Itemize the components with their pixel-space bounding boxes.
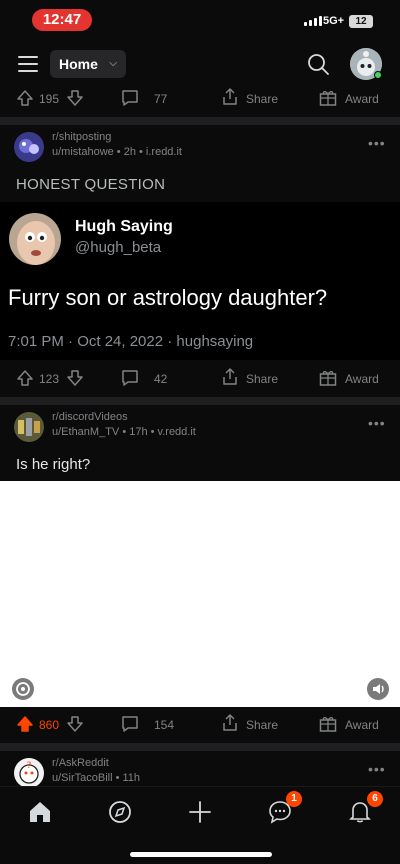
post-header[interactable]: r/shitposting u/mistahowe • 2h • i.redd.… (0, 127, 400, 167)
feed-selector-label: Home (59, 56, 98, 72)
tweet-author-name: Hugh Saying (75, 218, 173, 235)
post-divider (0, 743, 400, 751)
search-icon[interactable] (306, 52, 330, 76)
comment-icon[interactable] (120, 88, 140, 108)
signal-icon (304, 16, 322, 26)
post-actions: 195 77 Share Award (0, 81, 400, 117)
video-player[interactable] (0, 481, 400, 707)
more-options-icon[interactable]: ••• (368, 761, 386, 777)
tweet-timestamp: 7:01 PM · Oct 24, 2022 · hughsaying (8, 333, 254, 350)
share-button[interactable]: Share (246, 372, 278, 386)
vote-score: 123 (39, 372, 60, 386)
subreddit-name[interactable]: r/AskReddit (52, 757, 109, 769)
tweet-avatar (9, 213, 61, 265)
award-button[interactable]: Award (345, 718, 379, 732)
post-header[interactable]: r/discordVideos u/EthanM_TV • 17h • v.re… (0, 407, 400, 447)
upvote-icon[interactable] (16, 369, 34, 387)
post-divider (0, 117, 400, 125)
network-type: 5G+ (323, 15, 345, 27)
discover-icon[interactable] (107, 799, 133, 825)
vote-score: 195 (39, 92, 60, 106)
subreddit-avatar[interactable]: ? (14, 758, 44, 788)
upvote-icon[interactable] (16, 715, 34, 733)
share-icon[interactable] (220, 367, 240, 387)
more-options-icon[interactable]: ••• (368, 415, 386, 431)
downvote-icon[interactable] (66, 89, 84, 107)
post-actions: 860 154 Share Award (0, 707, 400, 743)
award-icon[interactable] (318, 368, 338, 388)
comment-count[interactable]: 42 (154, 372, 167, 386)
post-title[interactable]: Is he right? (16, 456, 90, 473)
award-button[interactable]: Award (345, 92, 379, 106)
tweet-author-handle: @hugh_beta (75, 239, 162, 256)
subreddit-avatar[interactable] (14, 412, 44, 442)
comment-icon[interactable] (120, 368, 140, 388)
post-meta: u/EthanM_TV • 17h • v.redd.it (52, 426, 196, 438)
award-button[interactable]: Award (345, 372, 379, 386)
upvote-icon[interactable] (16, 89, 34, 107)
comment-icon[interactable] (120, 714, 140, 734)
post-actions: 123 42 Share Award (0, 361, 400, 397)
more-options-icon[interactable]: ••• (368, 135, 386, 151)
vote-score: 860 (39, 718, 60, 732)
subreddit-avatar[interactable] (14, 132, 44, 162)
share-button[interactable]: Share (246, 718, 278, 732)
post-title[interactable]: HONEST QUESTION (16, 176, 165, 193)
post-meta: u/mistahowe • 2h • i.redd.it (52, 146, 182, 158)
create-post-icon[interactable] (187, 799, 213, 825)
inbox-badge: 6 (367, 791, 383, 807)
feed-selector[interactable]: Home ⌵ (50, 50, 126, 78)
share-icon[interactable] (220, 713, 240, 733)
share-button[interactable]: Share (246, 92, 278, 106)
post-meta: u/SirTacoBill • 11h (52, 772, 141, 784)
subreddit-name[interactable]: r/discordVideos (52, 411, 128, 423)
home-icon[interactable] (27, 799, 53, 825)
volume-icon[interactable] (367, 678, 389, 700)
tweet-image[interactable]: Hugh Saying @hugh_beta Furry son or astr… (0, 202, 400, 360)
battery-indicator: 12 (349, 15, 373, 28)
award-icon[interactable] (318, 88, 338, 108)
clock: 12:47 (32, 9, 92, 31)
award-icon[interactable] (318, 714, 338, 734)
downvote-icon[interactable] (66, 715, 84, 733)
chat-badge: 1 (286, 791, 302, 807)
home-indicator (130, 852, 272, 857)
tweet-text: Furry son or astrology daughter? (8, 285, 328, 310)
chevron-down-icon: ⌵ (109, 58, 117, 69)
status-bar: 12:47 5G+ 12 (0, 0, 400, 40)
post-divider (0, 397, 400, 405)
subreddit-name[interactable]: r/shitposting (52, 131, 111, 143)
comment-count[interactable]: 154 (154, 718, 174, 732)
online-indicator (374, 71, 382, 79)
menu-icon[interactable] (18, 56, 38, 72)
comment-count[interactable]: 77 (154, 92, 167, 106)
share-icon[interactable] (220, 87, 240, 107)
reddit-video-icon (12, 678, 34, 700)
downvote-icon[interactable] (66, 369, 84, 387)
svg-text:?: ? (27, 761, 32, 771)
